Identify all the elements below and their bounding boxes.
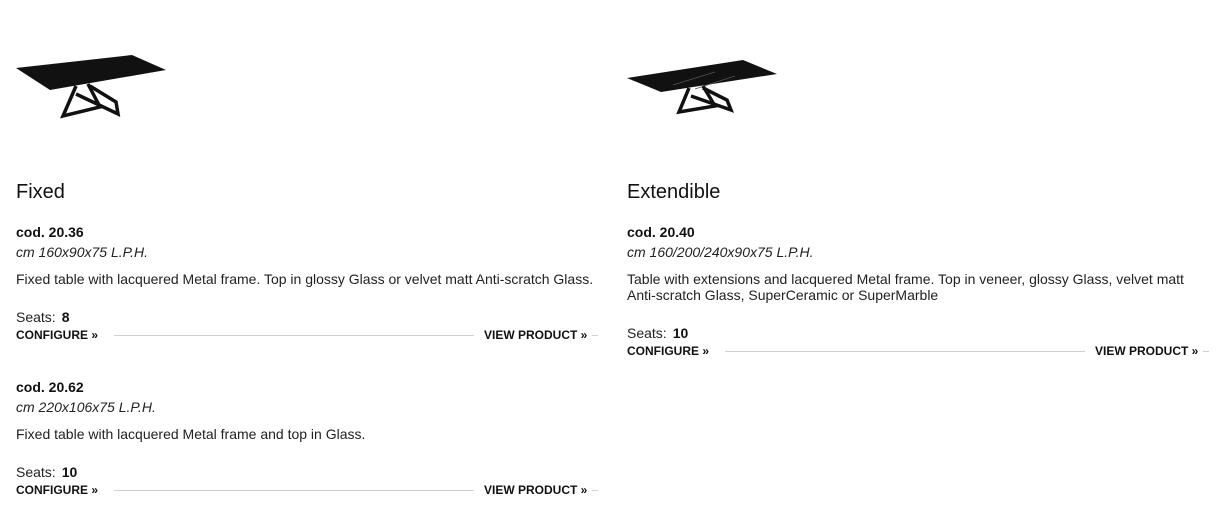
section-title: Extendible [627,181,721,203]
divider [725,351,1085,352]
seats-info: Seats: 10 [16,464,77,480]
product-variant: cod. 20.40 cm 160/200/240x90x75 L.P.H. T… [627,224,1209,358]
product-code: cod. 20.62 [16,379,84,395]
divider [592,335,598,336]
configure-link[interactable]: CONFIGURE » [16,327,98,343]
divider [1203,351,1209,352]
extendible-table-icon[interactable] [627,50,779,122]
action-row: CONFIGURE » VIEW PRODUCT » [16,327,598,343]
view-product-link[interactable]: VIEW PRODUCT » [1095,343,1198,359]
seats-value: 10 [672,325,689,341]
product-code: cod. 20.40 [627,224,695,240]
view-product-link[interactable]: VIEW PRODUCT » [484,327,587,343]
seats-info: Seats: 10 [627,325,688,341]
seats-label: Seats: [627,325,667,341]
product-dimensions: cm 160x90x75 L.P.H. [16,244,149,260]
seats-value: 10 [61,464,78,480]
configure-link[interactable]: CONFIGURE » [627,343,709,359]
product-variant: cod. 20.36 cm 160x90x75 L.P.H. Fixed tab… [16,224,598,342]
seats-value: 8 [61,309,70,325]
product-variant: cod. 20.62 cm 220x106x75 L.P.H. Fixed ta… [16,379,598,497]
product-dimensions: cm 160/200/240x90x75 L.P.H. [627,244,814,260]
section-title: Fixed [16,181,65,203]
divider [114,335,474,336]
divider [592,490,598,491]
seats-info: Seats: 8 [16,309,70,325]
fixed-table-icon[interactable] [16,50,168,122]
product-dimensions: cm 220x106x75 L.P.H. [16,399,156,415]
configure-link[interactable]: CONFIGURE » [16,482,98,498]
view-product-link[interactable]: VIEW PRODUCT » [484,482,587,498]
seats-label: Seats: [16,309,56,325]
product-description: Fixed table with lacquered Metal frame a… [16,426,366,442]
product-description: Fixed table with lacquered Metal frame. … [16,271,594,287]
action-row: CONFIGURE » VIEW PRODUCT » [16,482,598,498]
product-description: Table with extensions and lacquered Meta… [627,271,1184,303]
action-row: CONFIGURE » VIEW PRODUCT » [627,343,1209,359]
seats-label: Seats: [16,464,56,480]
divider [114,490,474,491]
product-code: cod. 20.36 [16,224,84,240]
